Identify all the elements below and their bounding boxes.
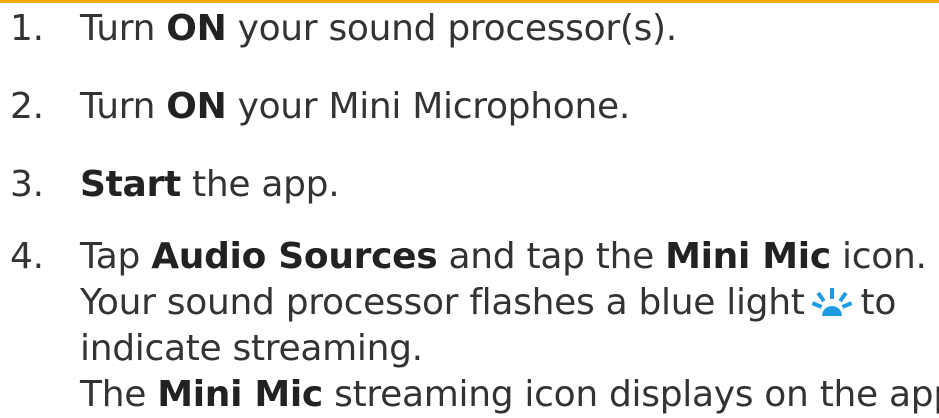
step-text: Tap Audio Sources and tap the Mini Mic i… bbox=[80, 234, 939, 418]
step-line: indicate streaming. bbox=[80, 328, 423, 369]
emphasis: ON bbox=[166, 86, 227, 127]
blue-light-flash-icon bbox=[811, 288, 852, 316]
step-line: Tap Audio Sources and tap the Mini Mic i… bbox=[80, 236, 927, 277]
accent-rule bbox=[0, 0, 939, 3]
emphasis: Mini Mic bbox=[665, 236, 831, 277]
emphasis: Mini Mic bbox=[157, 374, 323, 415]
emphasis: Audio Sources bbox=[151, 236, 438, 277]
step-number: 3. bbox=[10, 164, 44, 205]
step-line: The Mini Mic streaming icon displays on … bbox=[80, 374, 939, 415]
step-text: Turn ON your Mini Microphone. bbox=[80, 86, 630, 127]
step-text: Turn ON your sound processor(s). bbox=[80, 8, 677, 49]
emphasis: ON bbox=[166, 8, 227, 49]
step-number: 2. bbox=[10, 86, 44, 127]
step-line: Your sound processor flashes a blue ligh… bbox=[80, 282, 897, 323]
step-text: Start the app. bbox=[80, 164, 340, 205]
emphasis: Start bbox=[80, 164, 181, 205]
step-number: 1. bbox=[10, 8, 44, 49]
step-number: 4. bbox=[10, 236, 44, 277]
